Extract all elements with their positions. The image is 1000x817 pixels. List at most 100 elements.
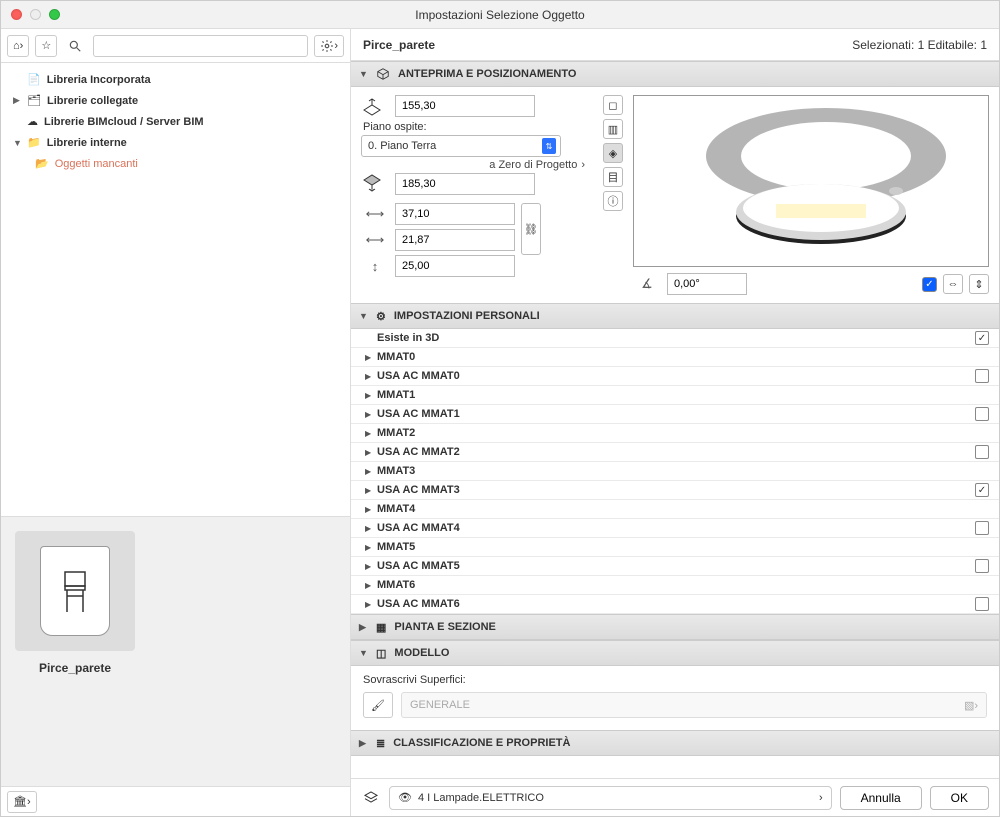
tree-label: Libreria Incorporata <box>47 74 151 86</box>
setting-checkbox[interactable] <box>975 445 989 459</box>
document-icon: 📄 <box>27 73 41 86</box>
chevron-right-icon: › <box>819 792 823 804</box>
setting-label: MMAT5 <box>377 541 989 553</box>
search-input[interactable] <box>93 35 308 57</box>
folder-open-icon: 📂 <box>35 157 49 170</box>
box-icon: ◫ <box>376 647 386 660</box>
setting-row[interactable]: ▶MMAT3 <box>351 462 999 481</box>
view-2d-icon[interactable]: ◻ <box>603 95 623 115</box>
setting-row[interactable]: ▶USA AC MMAT1 <box>351 405 999 424</box>
favorite-button[interactable]: ☆ <box>35 35 57 57</box>
setting-row[interactable]: ▶USA AC MMAT6 <box>351 595 999 614</box>
layers-icon[interactable] <box>361 790 381 806</box>
thumbnail[interactable] <box>15 531 135 651</box>
window-title: Impostazioni Selezione Oggetto <box>1 8 999 22</box>
gear-icon[interactable]: › <box>314 35 344 57</box>
panel-title: ANTEPRIMA E POSIZIONAMENTO <box>398 68 576 80</box>
layer-value: 4 I Lampade.ELETTRICO <box>418 792 813 804</box>
panel-model-header[interactable]: ▼ ◫ MODELLO <box>351 640 999 666</box>
flip-y-icon[interactable]: ⇕ <box>969 274 989 294</box>
zero-project-link[interactable]: a Zero di Progetto› <box>361 157 591 173</box>
library-toolbar: ⌂› ☆ › <box>1 29 350 63</box>
setting-row[interactable]: ▶MMAT5 <box>351 538 999 557</box>
setting-row[interactable]: ▶MMAT0 <box>351 348 999 367</box>
library-manager-button[interactable]: 🏛› <box>7 791 37 813</box>
setting-checkbox[interactable] <box>975 521 989 535</box>
library-home-button[interactable]: ⌂› <box>7 35 29 57</box>
surface-general-field[interactable]: GENERALE ▧› <box>401 692 987 718</box>
setting-row[interactable]: ▶USA AC MMAT2 <box>351 443 999 462</box>
cube-icon <box>376 67 390 81</box>
list-icon: ≣ <box>376 737 385 750</box>
flip-x-icon[interactable]: ⇔ <box>943 274 963 294</box>
sliders-icon: ⚙ <box>376 310 386 323</box>
setting-checkbox[interactable] <box>975 407 989 421</box>
setting-label: MMAT0 <box>377 351 989 363</box>
view-info-icon[interactable]: ⓘ <box>603 191 623 211</box>
select-value: 0. Piano Terra <box>368 140 436 152</box>
setting-checkbox[interactable] <box>975 331 989 345</box>
view-front-icon[interactable]: ▥ <box>603 119 623 139</box>
tree-bimcloud[interactable]: ☁ Librerie BIMcloud / Server BIM <box>5 111 346 132</box>
panel-custom-header[interactable]: ▼ ⚙ IMPOSTAZIONI PERSONALI <box>351 303 999 329</box>
setting-label: USA AC MMAT0 <box>377 370 975 382</box>
paint-roller-icon[interactable]: 🖌 <box>363 692 393 718</box>
setting-label: USA AC MMAT2 <box>377 446 975 458</box>
setting-label: USA AC MMAT3 <box>377 484 975 496</box>
expand-arrow-icon: ▶ <box>365 391 377 400</box>
close-window-icon[interactable] <box>11 9 22 20</box>
cancel-button[interactable]: Annulla <box>840 786 922 810</box>
folder-icon: 🗂 <box>27 94 41 107</box>
setting-row[interactable]: ▶USA AC MMAT3 <box>351 481 999 500</box>
expand-arrow-icon: ▶ <box>365 562 377 571</box>
override-label: Sovrascrivi Superfici: <box>363 674 987 686</box>
dim-z-input[interactable] <box>395 255 515 277</box>
link-dimensions-toggle[interactable]: ⛓ <box>521 203 541 255</box>
minimize-window-icon[interactable] <box>30 9 41 20</box>
view-elevation-icon[interactable]: 目 <box>603 167 623 187</box>
panel-preview-header[interactable]: ▼ ANTEPRIMA E POSIZIONAMENTO <box>351 61 999 87</box>
setting-row[interactable]: Esiste in 3D <box>351 329 999 348</box>
maximize-window-icon[interactable] <box>49 9 60 20</box>
setting-checkbox[interactable] <box>975 369 989 383</box>
layer-select[interactable]: 👁 4 I Lampade.ELETTRICO › <box>389 786 832 810</box>
tree-label: Librerie collegate <box>47 95 138 107</box>
ok-button[interactable]: OK <box>930 786 989 810</box>
mirror-enabled-checkbox[interactable]: ✓ <box>922 277 937 292</box>
setting-checkbox[interactable] <box>975 597 989 611</box>
setting-row[interactable]: ▶MMAT1 <box>351 386 999 405</box>
setting-row[interactable]: ▶MMAT4 <box>351 500 999 519</box>
setting-row[interactable]: ▶MMAT6 <box>351 576 999 595</box>
tree-internal[interactable]: ▼ 📁 Librerie interne <box>5 132 346 153</box>
angle-input[interactable] <box>667 273 747 295</box>
tree-label: Librerie BIMcloud / Server BIM <box>44 116 204 128</box>
setting-checkbox[interactable] <box>975 483 989 497</box>
angle-icon: ∡ <box>633 273 661 295</box>
surface-value: GENERALE <box>410 699 470 711</box>
panel-title: CLASSIFICAZIONE E PROPRIETÀ <box>393 737 570 749</box>
panel-class-header[interactable]: ▶ ≣ CLASSIFICAZIONE E PROPRIETÀ <box>351 730 999 756</box>
setting-row[interactable]: ▶USA AC MMAT0 <box>351 367 999 386</box>
setting-row[interactable]: ▶USA AC MMAT4 <box>351 519 999 538</box>
base-height-input[interactable] <box>395 173 535 195</box>
search-icon[interactable] <box>63 35 87 57</box>
setting-label: MMAT2 <box>377 427 989 439</box>
link-label: a Zero di Progetto <box>489 159 577 171</box>
setting-row[interactable]: ▶MMAT2 <box>351 424 999 443</box>
base-elev-icon <box>361 173 389 195</box>
setting-checkbox[interactable] <box>975 559 989 573</box>
folder-icon: 📁 <box>27 136 41 149</box>
dim-x-input[interactable] <box>395 203 515 225</box>
dim-y-input[interactable] <box>395 229 515 251</box>
tree-embedded[interactable]: 📄 Libreria Incorporata <box>5 69 346 90</box>
host-plane-select[interactable]: 0. Piano Terra ⇅ <box>361 135 561 157</box>
top-height-input[interactable] <box>395 95 535 117</box>
chevron-updown-icon: ⇅ <box>542 138 556 154</box>
view-3d-icon[interactable]: ◈ <box>603 143 623 163</box>
expand-arrow-icon: ▶ <box>365 372 377 381</box>
panel-plan-header[interactable]: ▶ ▦ PIANTA E SEZIONE <box>351 614 999 640</box>
setting-row[interactable]: ▶USA AC MMAT5 <box>351 557 999 576</box>
object-3d-preview[interactable] <box>633 95 989 267</box>
tree-linked[interactable]: ▶ 🗂 Librerie collegate <box>5 90 346 111</box>
tree-missing[interactable]: 📂 Oggetti mancanti <box>5 153 346 174</box>
